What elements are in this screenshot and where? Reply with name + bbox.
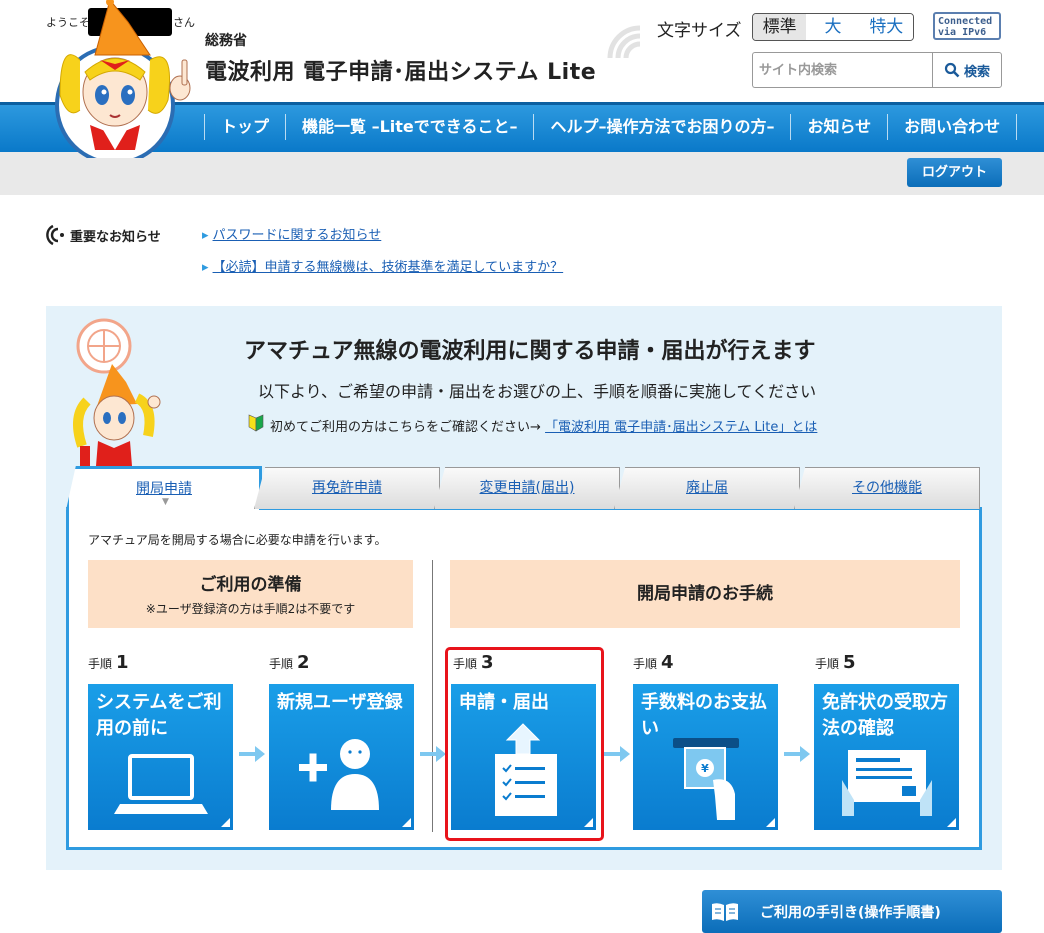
ipv6-badge-line2: via IPv6 <box>938 27 987 38</box>
mascot-character-image <box>55 0 191 158</box>
arrow-right-icon <box>784 746 810 762</box>
add-user-icon <box>299 739 379 810</box>
mascot-pointing-image <box>73 318 161 468</box>
step-2-label: 新規ユーザ登録 <box>277 692 403 713</box>
tab-change-application[interactable]: 変更申請(届出) <box>434 467 620 509</box>
font-size-standard-button[interactable]: 標準 <box>753 14 807 40</box>
step-number: 4 <box>661 652 674 673</box>
step-5-label: 免許状の受取方法の確認 <box>822 692 948 739</box>
procedure-section-header: 開局申請のお手続 <box>450 560 960 628</box>
font-size-extra-large-button[interactable]: 特大 <box>859 14 913 40</box>
panel-title: アマチュア無線の電波利用に関する申請・届出が行えます <box>244 339 816 364</box>
license-certificate-icon <box>842 750 932 816</box>
password-notice-link[interactable]: パスワードに関するお知らせ <box>202 224 382 243</box>
search-button-label: 検索 <box>963 64 990 80</box>
nav-item-help[interactable]: ヘルプ–操作方法でお困りの方– <box>533 114 790 140</box>
preparation-title: ご利用の準備 <box>199 575 302 595</box>
step-1-label: システムをご利用の前に <box>96 692 222 739</box>
ministry-name: 総務省 <box>205 33 247 49</box>
atm-payment-icon: ¥ <box>673 738 739 820</box>
svg-text:¥: ¥ <box>701 762 709 775</box>
step-label-4: 手順 4 <box>633 652 674 673</box>
about-system-link[interactable]: 「電波利用 電子申請･届出システム Lite」とは <box>545 420 817 435</box>
tab-relicense-application[interactable]: 再免許申請 <box>254 467 440 509</box>
important-notices-heading: 重要なお知らせ <box>70 230 161 245</box>
user-guide-button[interactable]: ご利用の手引き(操作手順書) <box>702 890 1002 933</box>
tab-other-functions[interactable]: その他機能 <box>794 467 980 509</box>
font-size-selector: 標準 大 特大 <box>752 13 914 41</box>
user-guide-label: ご利用の手引き(操作手順書) <box>760 904 941 921</box>
nav-item-contact[interactable]: お問い合わせ <box>887 114 1018 140</box>
preparation-note: ※ユーザ登録済の方は手順2は不要です <box>145 602 356 616</box>
font-size-label: 文字サイズ <box>657 21 742 41</box>
step-5-license-receipt-button[interactable]: 免許状の受取方法の確認 <box>814 684 959 830</box>
logout-button[interactable]: ログアウト <box>907 158 1002 187</box>
search-icon <box>944 62 960 78</box>
laptop-icon <box>114 754 208 814</box>
arrow-right-icon <box>420 746 446 762</box>
beginner-mark-icon <box>248 414 264 432</box>
ipv6-badge-line1: Connected <box>938 16 993 27</box>
active-tab-indicator: ▼ <box>162 497 169 507</box>
radio-wave-icon <box>607 25 641 59</box>
nav-item-features[interactable]: 機能一覧 –Liteでできること– <box>285 114 533 140</box>
site-search-input[interactable] <box>752 52 932 88</box>
step-2-new-user-registration-button[interactable]: 新規ユーザ登録 <box>269 684 414 830</box>
announcement-wave-icon <box>46 224 64 246</box>
section-divider <box>432 560 433 832</box>
technical-standard-notice-link[interactable]: 【必読】申請する無線機は、技術基準を満足していますか？ <box>202 256 564 275</box>
step-number: 5 <box>843 652 856 673</box>
tab-abolition-notice[interactable]: 廃止届 <box>614 467 800 509</box>
panel-subtitle: 以下より、ご希望の申請・届出をお選びの上、手順を順番に実施してください <box>258 382 817 401</box>
step-1-before-use-button[interactable]: システムをご利用の前に <box>88 684 233 830</box>
step-prefix: 手順 <box>269 657 294 671</box>
step-4-fee-payment-button[interactable]: 手数料のお支払い ¥ <box>633 684 778 830</box>
step-number: 2 <box>297 652 310 673</box>
search-button[interactable]: 検索 <box>932 52 1002 88</box>
first-time-text: 初めてご利用の方はこちらをご確認ください→ <box>270 420 541 435</box>
first-time-notice: 初めてご利用の方はこちらをご確認ください→ 「電波利用 電子申請･届出システム … <box>270 416 817 435</box>
nav-item-news[interactable]: お知らせ <box>790 114 887 140</box>
step-prefix: 手順 <box>88 657 113 671</box>
highlighted-step-3-frame <box>445 647 604 841</box>
step-prefix: 手順 <box>633 657 658 671</box>
step-label-2: 手順 2 <box>269 652 310 673</box>
font-size-large-button[interactable]: 大 <box>806 14 860 40</box>
step-label-5: 手順 5 <box>815 652 856 673</box>
welcome-bar <box>0 152 1044 195</box>
step-prefix: 手順 <box>815 657 840 671</box>
app-title: 電波利用 電子申請･届出システム Lite <box>205 60 597 85</box>
ipv6-badge: Connected via IPv6 <box>933 12 1001 40</box>
step-label-1: 手順 1 <box>88 652 129 673</box>
book-icon <box>712 902 738 921</box>
tab-description: アマチュア局を開局する場合に必要な申請を行います。 <box>88 533 387 547</box>
nav-item-top[interactable]: トップ <box>204 114 285 140</box>
arrow-right-icon <box>604 746 630 762</box>
arrow-right-icon <box>239 746 265 762</box>
preparation-section-header: ご利用の準備 ※ユーザ登録済の方は手順2は不要です <box>88 560 413 628</box>
step-number: 1 <box>116 652 129 673</box>
